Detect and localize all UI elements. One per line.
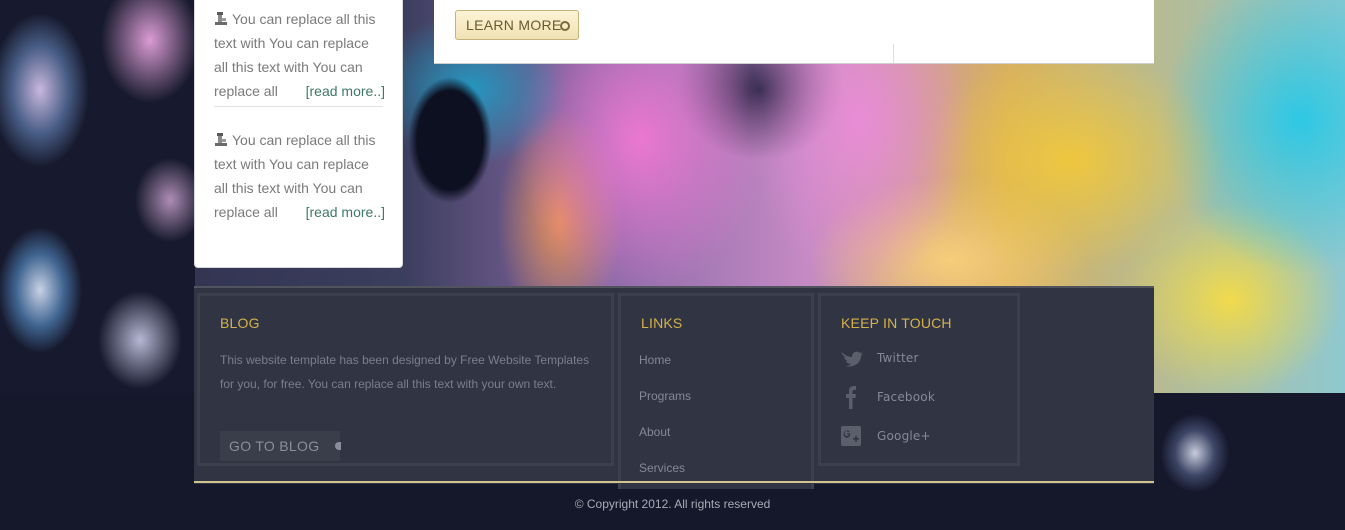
sidebar: You can replace all this text with You c…: [194, 0, 403, 268]
circle-icon: [560, 21, 570, 31]
sidebar-post: You can replace all this text with You c…: [214, 7, 385, 103]
go-to-blog-button[interactable]: GO TO BLOG: [220, 431, 341, 461]
pin-icon: [215, 12, 227, 25]
google-plus-icon: [841, 426, 861, 446]
facebook-label: Facebook: [877, 390, 935, 404]
read-more-link[interactable]: [read more..]: [306, 200, 385, 224]
keep-in-touch-heading: KEEP IN TOUCH: [841, 315, 952, 331]
blog-description: This website template has been designed …: [220, 353, 590, 391]
twitter-label: Twitter: [877, 351, 919, 365]
footer-link-services[interactable]: Services: [639, 461, 685, 475]
blog-heading: BLOG: [220, 315, 260, 331]
post-separator: [214, 106, 383, 107]
footer-links-section: LINKS Home Programs About Services: [618, 293, 814, 489]
links-heading: LINKS: [641, 315, 683, 331]
learn-more-label: LEARN MORE: [466, 17, 562, 33]
column-divider: [893, 44, 894, 63]
background-image-left: [0, 0, 195, 393]
sidebar-post: You can replace all this text with You c…: [214, 128, 385, 224]
footer-accent-line: [194, 481, 1154, 483]
facebook-link[interactable]: Facebook: [839, 385, 1009, 409]
footer-link-about[interactable]: About: [639, 425, 670, 439]
twitter-link[interactable]: Twitter: [839, 346, 1009, 370]
learn-more-button[interactable]: LEARN MORE: [455, 10, 579, 40]
read-more-link[interactable]: [read more..]: [306, 79, 385, 103]
pin-icon: [215, 133, 227, 146]
footer-blog-section: BLOG This website template has been desi…: [197, 293, 614, 466]
facebook-icon: [846, 386, 856, 409]
footer-link-home[interactable]: Home: [639, 353, 671, 367]
half-circle-icon: [335, 442, 341, 450]
google-plus-link[interactable]: Google+: [839, 424, 1009, 448]
footer: BLOG This website template has been desi…: [194, 286, 1154, 489]
main-content-box: LEARN MORE: [434, 0, 1154, 64]
go-to-blog-label: GO TO BLOG: [229, 438, 320, 454]
footer-link-programs[interactable]: Programs: [639, 389, 691, 403]
twitter-icon: [841, 351, 863, 367]
copyright-text: © Copyright 2012. All rights reserved: [574, 497, 771, 511]
google-plus-label: Google+: [877, 429, 931, 443]
footer-keep-in-touch-section: KEEP IN TOUCH Twitter Facebook Google+: [818, 293, 1020, 466]
